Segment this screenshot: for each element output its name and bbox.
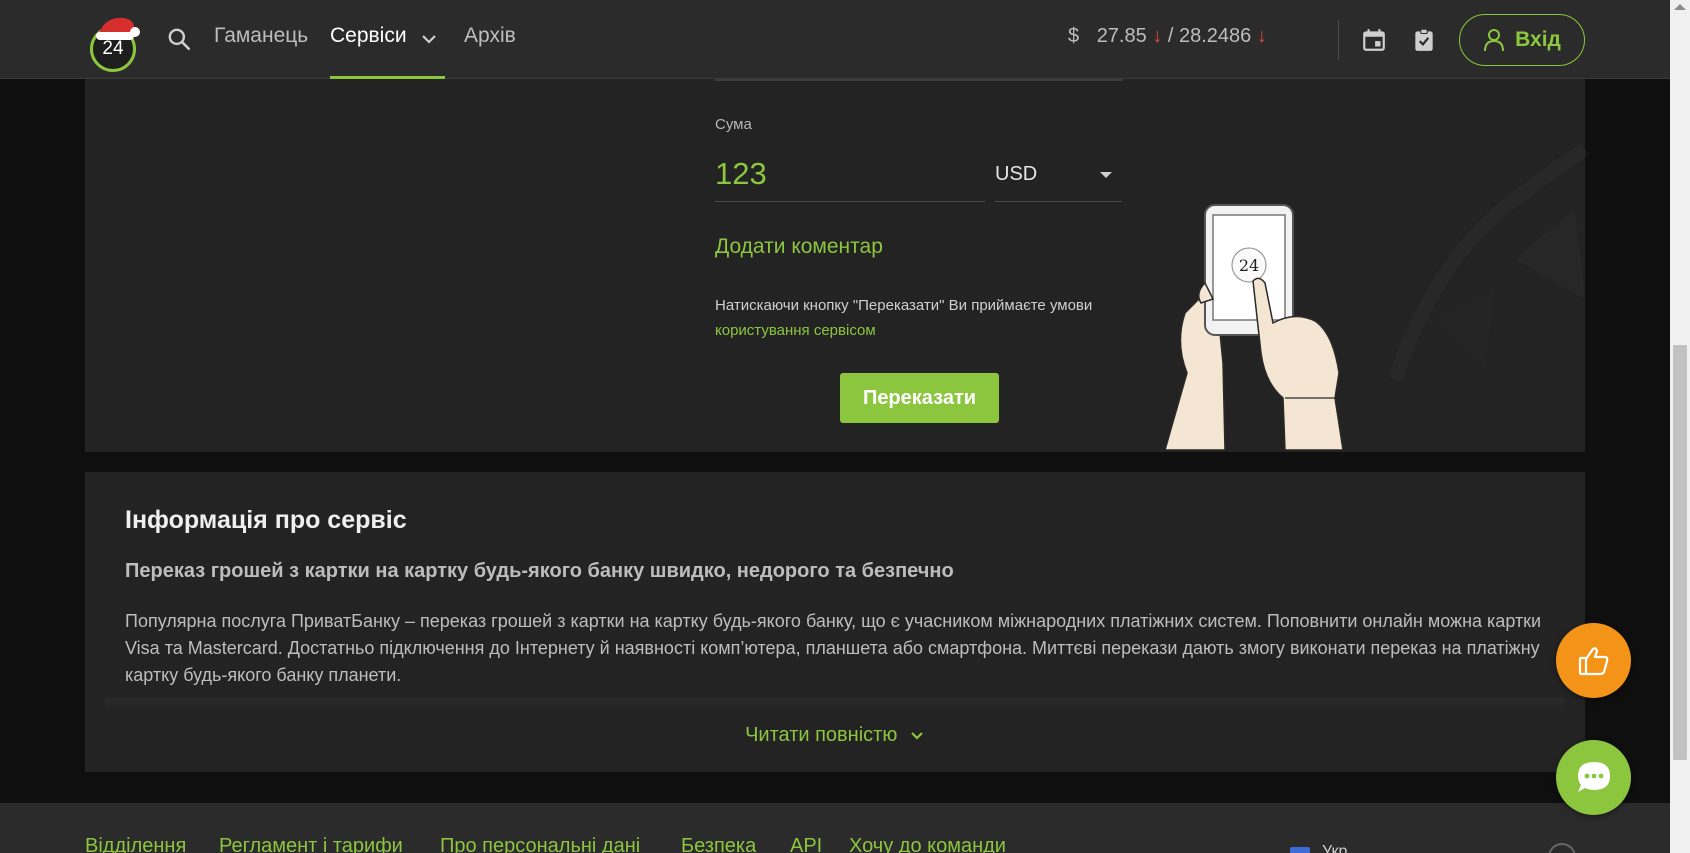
user-icon xyxy=(1484,29,1505,52)
info-subtitle: Переказ грошей з картки на картку будь-я… xyxy=(125,560,954,582)
feedback-like-button[interactable] xyxy=(1556,623,1631,698)
exchange-rates: $ 27.85 ↓ / 28.2486 ↓ xyxy=(1068,25,1267,48)
clipboard-check-icon[interactable] xyxy=(1411,27,1437,53)
terms-link[interactable]: користування сервісом xyxy=(715,322,876,339)
terms-notice: Натискаючи кнопку "Переказати" Ви прийма… xyxy=(715,293,1095,343)
terms-text: Натискаючи кнопку "Переказати" Ви прийма… xyxy=(715,297,1093,314)
active-tab-indicator xyxy=(330,76,445,79)
nav-archive[interactable]: Архів xyxy=(464,24,516,48)
text-fade xyxy=(105,698,1565,712)
rate-sell-trend: ↓ xyxy=(1256,25,1267,47)
currency-symbol: $ xyxy=(1068,25,1080,47)
scrollbar-thumb[interactable] xyxy=(1673,345,1687,760)
add-comment-link[interactable]: Додати коментар xyxy=(715,235,883,259)
nav-wallet[interactable]: Гаманець xyxy=(214,24,308,48)
header-divider xyxy=(1338,20,1339,60)
footer: Відділення Регламент і тарифи Про персон… xyxy=(0,803,1670,853)
transfer-button[interactable]: Переказати xyxy=(840,373,999,423)
calendar-icon[interactable] xyxy=(1361,27,1387,53)
card-field-underline xyxy=(715,79,1123,81)
footer-checkbox[interactable] xyxy=(1290,847,1310,853)
service-info-panel: Інформація про сервіс Переказ грошей з к… xyxy=(85,472,1585,772)
search-icon[interactable] xyxy=(166,26,192,52)
chat-bubble-icon xyxy=(1577,761,1610,792)
thumbs-up-icon xyxy=(1578,646,1608,675)
currency-select[interactable]: USD xyxy=(995,157,1122,202)
scroll-up-arrow-icon[interactable] xyxy=(1674,4,1686,10)
logo[interactable]: 24 xyxy=(88,14,142,72)
footer-link-branches[interactable]: Відділення xyxy=(85,835,186,853)
top-header: 24 Гаманець Сервіси Архів $ 27.85 ↓ / 28… xyxy=(0,0,1670,79)
footer-circle-button[interactable] xyxy=(1548,843,1576,853)
rate-sell: / 28.2486 xyxy=(1167,25,1252,47)
chevron-down-icon[interactable] xyxy=(420,30,438,48)
read-more-label: Читати повністю xyxy=(745,724,898,746)
currency-value: USD xyxy=(995,163,1038,185)
rate-buy: 27.85 xyxy=(1096,25,1147,47)
info-title: Інформація про сервіс xyxy=(125,506,407,534)
rate-buy-trend: ↓ xyxy=(1152,25,1163,47)
sum-input[interactable] xyxy=(715,147,985,202)
background-decoration xyxy=(1388,143,1589,382)
login-button[interactable]: Вхід xyxy=(1459,14,1585,66)
footer-link-security[interactable]: Безпека xyxy=(681,835,756,853)
footer-link-tariffs[interactable]: Регламент і тарифи xyxy=(219,835,403,853)
illustration-badge: 24 xyxy=(1239,256,1259,275)
santa-hat-icon xyxy=(96,17,140,40)
read-more-link[interactable]: Читати повністю xyxy=(85,724,1585,747)
login-label: Вхід xyxy=(1515,28,1561,51)
nav-services[interactable]: Сервіси xyxy=(330,24,407,48)
phone-hands-illustration: 24 xyxy=(1165,204,1344,450)
footer-link-api[interactable]: API xyxy=(790,835,822,853)
footer-link-personal-data[interactable]: Про персональні дані xyxy=(440,835,640,853)
caret-down-icon xyxy=(1100,172,1112,178)
sum-label: Сума xyxy=(715,116,752,133)
footer-link-careers[interactable]: Хочу до команди xyxy=(849,835,1006,853)
chevron-down-icon xyxy=(911,731,923,740)
footer-checkbox-label: Укр xyxy=(1322,843,1348,853)
chat-button[interactable] xyxy=(1556,740,1631,815)
info-text: Популярна послуга ПриватБанку – переказ … xyxy=(125,611,1542,685)
transfer-form-panel: Сума USD Додати коментар Натискаючи кноп… xyxy=(85,79,1589,452)
